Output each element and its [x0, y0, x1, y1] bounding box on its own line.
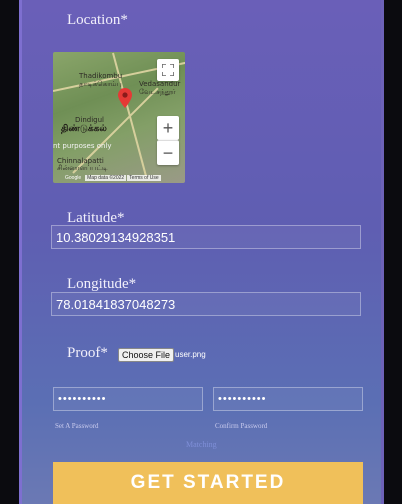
- latitude-input[interactable]: 10.38029134928351: [51, 225, 361, 249]
- confirm-password-input[interactable]: ••••••••••: [213, 387, 363, 411]
- location-map[interactable]: Thadikombu தாடிக்கொம்பு Vedasandur வேடசந…: [53, 52, 185, 183]
- map-logo: Google: [65, 174, 82, 181]
- map-terms-link[interactable]: Terms of Use: [127, 174, 161, 181]
- zoom-in-button[interactable]: +: [157, 116, 179, 140]
- confirm-password-label: Confirm Password: [215, 422, 268, 430]
- map-data-credit: Map data ©2022: [85, 174, 127, 181]
- map-place-label: Vedasandur: [139, 80, 181, 88]
- location-label: Location*: [67, 12, 128, 28]
- longitude-label: Longitude*: [67, 276, 137, 292]
- choose-file-button[interactable]: Choose File: [118, 348, 175, 362]
- fullscreen-icon: [162, 64, 174, 76]
- minus-icon: −: [162, 142, 174, 163]
- zoom-out-button[interactable]: −: [157, 140, 179, 165]
- proof-label: Proof*: [67, 345, 108, 361]
- selected-file-name: user.png: [175, 350, 206, 359]
- map-place-label: வேடசந்தூர்: [139, 88, 176, 96]
- password-input[interactable]: ••••••••••: [53, 387, 203, 411]
- map-place-label: திண்டுக்கல்: [61, 124, 107, 134]
- map-place-label: தாடிக்கொம்பு: [79, 80, 122, 88]
- plus-icon: +: [162, 117, 174, 138]
- get-started-button[interactable]: GET STARTED: [53, 462, 363, 504]
- longitude-input[interactable]: 78.01841837048273: [51, 292, 361, 316]
- map-footer: Google Map data ©2022 Terms of Use: [53, 172, 185, 183]
- map-place-label: Thadikombu: [79, 72, 123, 80]
- location-pin-icon[interactable]: [118, 88, 132, 108]
- map-place-label: Dindigul: [75, 116, 104, 124]
- password-label: Set A Password: [55, 422, 99, 430]
- fullscreen-button[interactable]: [157, 59, 179, 81]
- map-watermark: nt purposes only: [53, 142, 112, 150]
- password-match-status: Matching: [186, 440, 217, 449]
